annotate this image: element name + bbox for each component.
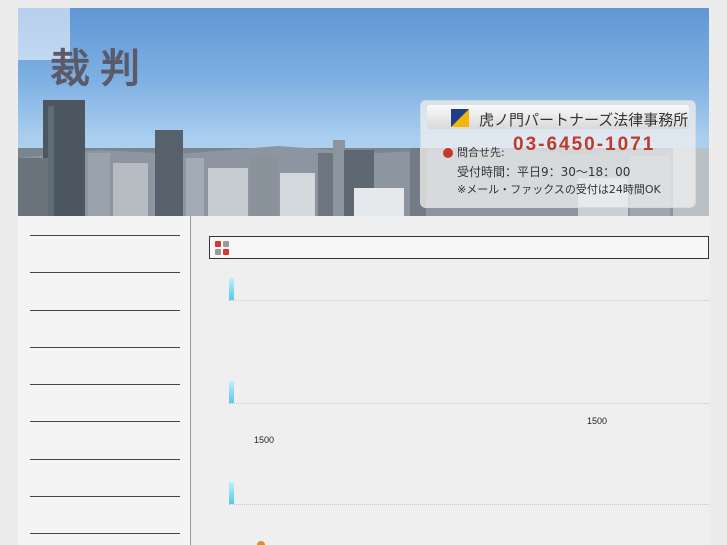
tiles-icon — [215, 241, 229, 255]
sidebar-item-9[interactable] — [30, 533, 180, 534]
section-marker — [229, 278, 234, 300]
sidebar-item-5[interactable] — [30, 384, 180, 385]
reception-note: ※メール・ファックスの受付は24時間OK — [457, 183, 661, 196]
section-heading-3 — [229, 482, 709, 505]
page-title: 裁判 — [50, 46, 150, 92]
sidebar-item-3[interactable] — [30, 310, 180, 311]
sidebar-item-4[interactable] — [30, 347, 180, 348]
sidebar — [18, 216, 191, 545]
phone-label: 問合せ先: — [457, 146, 505, 159]
sidebar-item-1[interactable] — [30, 235, 180, 236]
sidebar-item-8[interactable] — [30, 496, 180, 497]
firm-name: 虎ノ門パートナーズ法律事務所 — [479, 111, 689, 129]
firm-logo-icon — [451, 109, 469, 127]
section-marker — [229, 482, 234, 504]
sidebar-item-2[interactable] — [30, 272, 180, 273]
content-title-bar — [209, 236, 709, 259]
contact-box: 虎ノ門パートナーズ法律事務所 問合せ先: 03-6450-1071 受付時間：平… — [420, 100, 696, 208]
figure-value: 1500 — [587, 416, 608, 426]
main-content: 1500 1500 — [191, 216, 709, 545]
office-hours: 受付時間：平日9：30～18：00 — [457, 165, 631, 179]
firm-name-bar: 虎ノ門パートナーズ法律事務所 — [427, 105, 689, 129]
phone-icon — [443, 148, 453, 158]
figure-value: 1500 — [254, 435, 275, 445]
sidebar-item-6[interactable] — [30, 421, 180, 422]
section-heading-1 — [229, 278, 709, 301]
phone-number[interactable]: 03-6450-1071 — [513, 134, 655, 156]
bullet-icon — [257, 541, 265, 545]
section-marker — [229, 381, 234, 403]
sidebar-item-7[interactable] — [30, 459, 180, 460]
section-heading-2 — [229, 381, 709, 404]
header-banner: 裁判 虎ノ門パートナーズ法律事務所 問合せ先: 03-6450-1071 受付時… — [18, 8, 709, 216]
